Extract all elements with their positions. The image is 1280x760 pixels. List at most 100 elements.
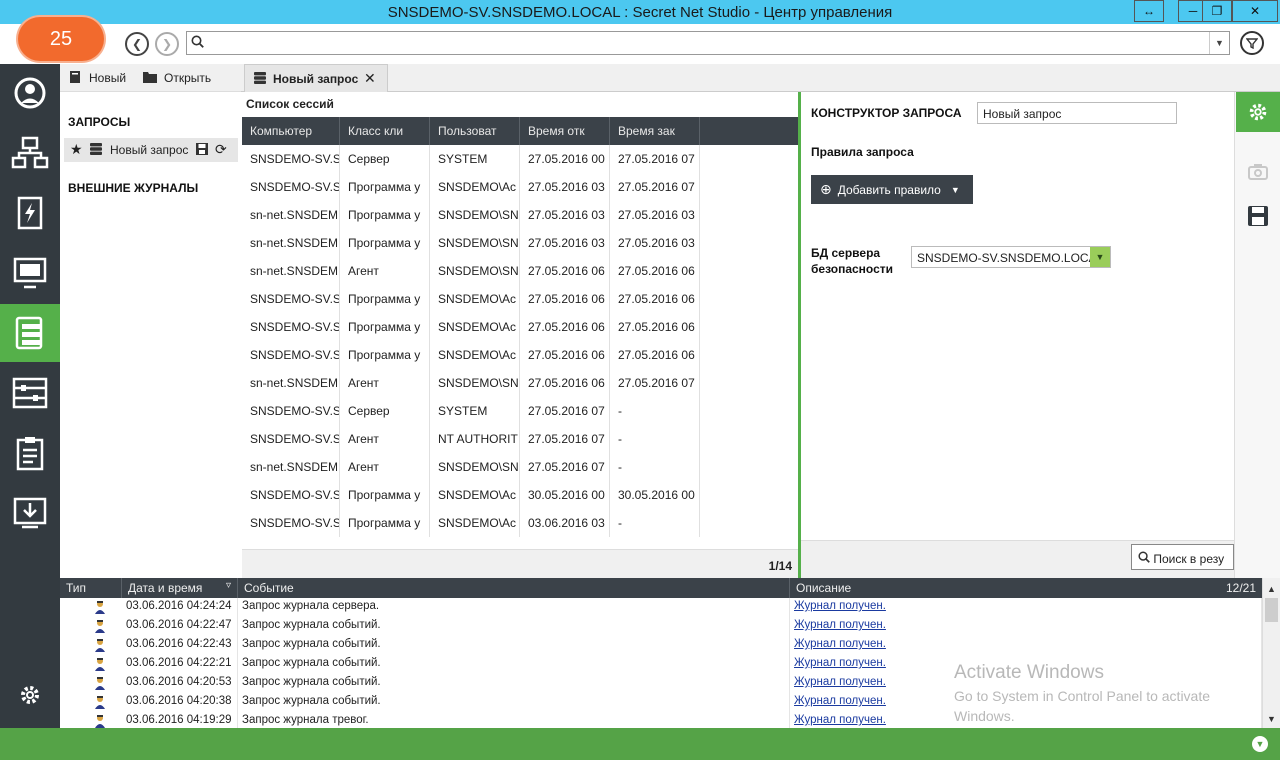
column-header-open-time[interactable]: Время отк [520, 117, 610, 145]
session-cell: SNSDEMO-SV.S [242, 509, 340, 537]
session-cell: SNSDEMO\Ac [430, 509, 520, 537]
session-cell: 27.05.2016 06 [520, 369, 610, 397]
scroll-up-icon[interactable]: ▲ [1263, 580, 1280, 597]
log-event: Запрос журнала событий. [238, 655, 790, 674]
log-datetime: 03.06.2016 04:22:47 [122, 617, 238, 636]
column-header-computer[interactable]: Компьютер [242, 117, 340, 145]
filter-button[interactable] [1240, 31, 1264, 55]
external-logs-header: ВНЕШНИЕ ЖУРНАЛЫ [68, 181, 199, 195]
session-cell: - [610, 425, 700, 453]
nav-computers[interactable] [0, 244, 60, 302]
session-row[interactable]: SNSDEMO-SV.S Программа у SNSDEMO\Ac 27.05.2… [242, 341, 798, 369]
session-cell: SNSDEMO-SV.S [242, 425, 340, 453]
session-row[interactable]: sn-net.SNSDEM Программа у SNSDEMO\SN 27.05.… [242, 229, 798, 257]
user-icon [90, 674, 122, 693]
new-query-button[interactable]: Новый [89, 71, 126, 85]
nav-logs[interactable] [0, 304, 60, 362]
session-row[interactable]: SNSDEMO-SV.S Агент NT AUTHORIT 27.05.2016 0… [242, 425, 798, 453]
query-name-input[interactable]: Новый запрос [977, 102, 1177, 124]
log-row[interactable]: 03.06.2016 04:22:47 Запрос журнала событи… [60, 617, 1262, 636]
column-header-user[interactable]: Пользоват [430, 117, 520, 145]
log-column-event[interactable]: Событие [238, 578, 790, 598]
save-query-icon[interactable] [195, 142, 209, 159]
session-cell: Программа у [340, 509, 430, 537]
add-rule-button[interactable]: ⊕ Добавить правило ▼ [811, 175, 973, 204]
nav-settings[interactable] [0, 670, 60, 720]
session-cell: SNSDEMO-SV.S [242, 313, 340, 341]
log-scrollbar[interactable]: ▲ ▼ [1262, 578, 1280, 728]
db-label-line1: БД сервера [811, 246, 881, 260]
gear-icon [21, 686, 39, 704]
session-row[interactable]: sn-net.SNSDEM Агент SNSDEMO\SN 27.05.2016 0… [242, 257, 798, 285]
search-dropdown-button[interactable]: ▼ [1209, 32, 1229, 54]
log-datetime: 03.06.2016 04:22:43 [122, 636, 238, 655]
nav-network[interactable] [0, 124, 60, 182]
preview-button[interactable] [1236, 157, 1280, 187]
search-input[interactable] [209, 34, 1199, 52]
query-list-item[interactable]: ★ Новый запрос ⟳ [64, 138, 238, 162]
back-button[interactable]: ❮ [125, 32, 149, 56]
notification-badge[interactable]: 25 [18, 17, 104, 61]
close-window-button[interactable]: ✕ [1232, 0, 1278, 22]
maximize-button[interactable]: ❐ [1202, 0, 1232, 22]
log-row[interactable]: 03.06.2016 04:22:43 Запрос журнала событи… [60, 636, 1262, 655]
session-cell: - [610, 453, 700, 481]
session-row[interactable]: SNSDEMO-SV.S Сервер SYSTEM 27.05.2016 07- [242, 397, 798, 425]
session-cell: SNSDEMO-SV.S [242, 285, 340, 313]
filter-icon [1246, 38, 1258, 49]
log-column-type[interactable]: Тип [60, 578, 122, 598]
properties-button[interactable] [1236, 92, 1280, 132]
session-row[interactable]: SNSDEMO-SV.S Программа у SNSDEMO\Ac 03.06.2… [242, 509, 798, 537]
close-tab-icon[interactable]: ✕ [364, 70, 376, 87]
session-cell: SYSTEM [430, 397, 520, 425]
column-header-client-class[interactable]: Класс кли [340, 117, 430, 145]
log-row[interactable]: 03.06.2016 04:24:24 Запрос журнала сервер… [60, 598, 1262, 617]
nav-events[interactable] [0, 184, 60, 242]
log-description-link[interactable]: Журнал получен. [790, 617, 1262, 636]
restore-size-button[interactable]: ↔ [1134, 0, 1164, 22]
expand-chevron-icon[interactable]: ▼ [1252, 736, 1268, 752]
tab-new-query[interactable]: Новый запрос ✕ [244, 64, 388, 92]
log-column-description[interactable]: Описание [790, 578, 1262, 598]
security-db-select[interactable]: SNSDEMO-SV.SNSDEMO.LOCAL ▼ [911, 246, 1111, 268]
nav-deployment[interactable] [0, 484, 60, 542]
session-row[interactable]: sn-net.SNSDEM Агент SNSDEMO\SN 27.05.2016 0… [242, 369, 798, 397]
nav-reports[interactable] [0, 424, 60, 482]
log-description-link[interactable]: Журнал получен. [790, 636, 1262, 655]
session-row[interactable]: SNSDEMO-SV.S Программа у SNSDEMO\Ac 27.05.2… [242, 313, 798, 341]
session-row[interactable]: SNSDEMO-SV.S Программа у SNSDEMO\Ac 27.05.2… [242, 285, 798, 313]
camera-icon [1248, 164, 1268, 180]
session-row[interactable]: sn-net.SNSDEM Агент SNSDEMO\SN 27.05.2016 0… [242, 453, 798, 481]
session-row[interactable]: SNSDEMO-SV.S Программа у SNSDEMO\Ac 27.05.2… [242, 173, 798, 201]
sort-filter-icon[interactable]: ▿ [226, 580, 231, 591]
session-cell: 27.05.2016 03 [520, 229, 610, 257]
scroll-thumb[interactable] [1265, 598, 1278, 622]
session-cell: 03.06.2016 03 [520, 509, 610, 537]
user-icon [90, 693, 122, 712]
session-row[interactable]: SNSDEMO-SV.S Сервер SYSTEM 27.05.2016 00 27.… [242, 145, 798, 173]
column-header-close-time[interactable]: Время зак [610, 117, 700, 145]
search-results-button[interactable]: Поиск в резу [1131, 544, 1234, 570]
nav-monitoring[interactable] [0, 64, 60, 122]
scroll-down-icon[interactable]: ▼ [1263, 710, 1280, 727]
session-cell: sn-net.SNSDEM [242, 453, 340, 481]
forward-button[interactable]: ❯ [155, 32, 179, 56]
session-cell: SNSDEMO\SN [430, 453, 520, 481]
refresh-icon[interactable]: ⟳ [215, 141, 227, 158]
session-cell: SNSDEMO-SV.S [242, 397, 340, 425]
add-rule-label: Добавить правило [837, 182, 941, 197]
search-bar[interactable]: ▼ [186, 31, 1230, 55]
log-column-datetime[interactable]: Дата и время [122, 578, 238, 598]
session-cell: 27.05.2016 03 [610, 229, 700, 257]
rules-label: Правила запроса [811, 145, 914, 159]
log-description-link[interactable]: Журнал получен. [790, 598, 1262, 617]
sessions-table-header: Компьютер Класс кли Пользоват Время отк … [242, 117, 798, 145]
session-cell: Сервер [340, 145, 430, 173]
watermark-title: Activate Windows [954, 662, 1104, 683]
save-button[interactable] [1236, 201, 1280, 231]
session-row[interactable]: sn-net.SNSDEM Программа у SNSDEMO\SN 27.05.… [242, 201, 798, 229]
open-query-button[interactable]: Открыть [164, 71, 211, 85]
nav-policies[interactable] [0, 364, 60, 422]
session-row[interactable]: SNSDEMO-SV.S Программа у SNSDEMO\Ac 30.05.2… [242, 481, 798, 509]
log-event: Запрос журнала событий. [238, 693, 790, 712]
